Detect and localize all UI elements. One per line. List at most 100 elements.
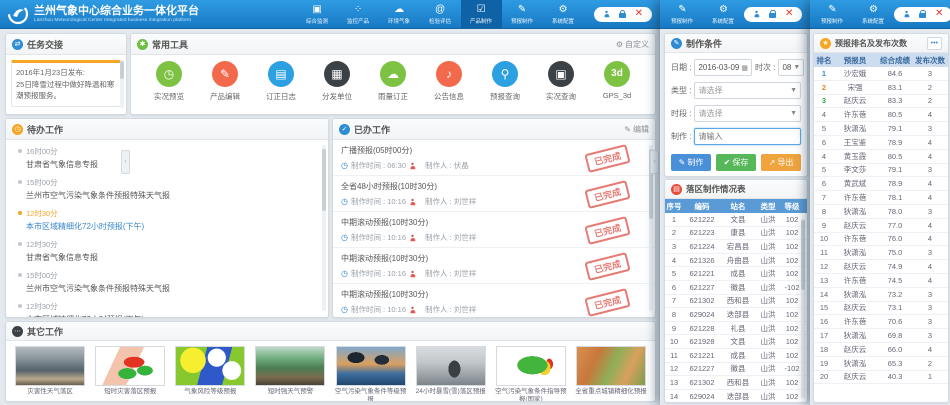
todo-item[interactable]: 12时30分甘肃省气象信息专报: [18, 239, 318, 263]
edit-button[interactable]: ✎ 编辑: [624, 124, 649, 135]
nav-item-forecast-make[interactable]: ✎预报制作: [502, 0, 543, 28]
todo-item[interactable]: 12时30分本市区域精细化72小时预报(下午): [18, 208, 318, 232]
tool-公告信息[interactable]: ♪公告信息: [426, 61, 472, 102]
table-row[interactable]: 14629024迭部县山洪102: [665, 390, 807, 403]
table-row[interactable]: 12621227徽县山洪-102: [665, 363, 807, 377]
close-icon[interactable]: ✕: [635, 9, 643, 19]
table-row[interactable]: 5狄潇泓79.13: [814, 122, 948, 136]
work-thumbnail[interactable]: 灾害性天气落区: [12, 346, 88, 402]
done-item[interactable]: 中期滚动预报(10时30分)◷制作时间 : 10:16制作人 : 刘世祥已完成: [333, 248, 655, 284]
todo-item[interactable]: 12时30分本市区域精细化72小时预报(下午): [18, 301, 318, 318]
date-input[interactable]: 2016-03-09 ▦: [694, 59, 752, 76]
tool-实况预览[interactable]: ◷实况预览: [146, 61, 192, 102]
done-item[interactable]: 全省48小时预报(10时30分)◷制作时间 : 10:16制作人 : 刘世祥已完…: [333, 176, 655, 212]
table-row[interactable]: 18赵庆云66.04: [814, 343, 948, 357]
table-row[interactable]: 1621222文县山洪102: [665, 213, 807, 227]
make-input[interactable]: [694, 128, 801, 145]
nav-item-products[interactable]: ⁘监控产品: [338, 0, 379, 28]
table-row[interactable]: 14狄潇泓73.23: [814, 288, 948, 302]
todo-item[interactable]: 16时00分甘肃省气象信息专报: [18, 146, 318, 170]
nav-item-settings[interactable]: ⚙系统配置: [703, 0, 744, 28]
table-row[interactable]: 11621221成县山洪102: [665, 349, 807, 363]
tool-GPS_3d[interactable]: 3dGPS_3d: [594, 61, 640, 100]
close-icon[interactable]: ✕: [785, 9, 793, 19]
work-thumbnail[interactable]: 空气污染气象条件等级预报: [333, 346, 409, 402]
tool-产品编辑[interactable]: ✎产品编辑: [202, 61, 248, 102]
table-row[interactable]: 11狄潇泓75.03: [814, 246, 948, 260]
nav-item-forecast-make[interactable]: ✎预报制作: [812, 0, 853, 28]
todo-item[interactable]: 15时00分兰州市空气污染气象条件预报特殊天气报: [18, 177, 318, 201]
more-menu-button[interactable]: •••: [927, 37, 942, 50]
user-icon[interactable]: [904, 11, 910, 17]
button-制作[interactable]: ✎制作: [671, 154, 711, 171]
nav-item-verify[interactable]: @检验评估: [420, 0, 461, 28]
button-保存[interactable]: ✔保存: [716, 154, 756, 171]
table-row[interactable]: 5李文莎79.13: [814, 164, 948, 178]
table-row[interactable]: 6621227徽县山洪-102: [665, 281, 807, 295]
tool-实况查询[interactable]: ▣实况查询: [538, 61, 584, 102]
table-row[interactable]: 5621221成县山洪102: [665, 267, 807, 281]
close-icon[interactable]: ✕: [935, 9, 943, 19]
nav-item-env[interactable]: ☁环境气象: [379, 0, 420, 28]
work-thumbnail[interactable]: 全省重点城镇精细化预报: [573, 346, 649, 402]
table-row[interactable]: 17狄潇泓69.83: [814, 329, 948, 343]
work-thumbnail[interactable]: 24小时暴雪(雪)落区预报: [413, 346, 489, 402]
table-row[interactable]: 4许东蓓80.54: [814, 108, 948, 122]
table-row[interactable]: 6黄武斌78.94: [814, 177, 948, 191]
scrollbar-thumb[interactable]: [801, 220, 805, 290]
tool-预报查询[interactable]: ⚲预报查询: [482, 61, 528, 102]
table-row[interactable]: 4黄玉霞80.54: [814, 150, 948, 164]
table-row[interactable]: 15赵庆云73.13: [814, 302, 948, 316]
table-row[interactable]: 10621928文县山洪102: [665, 335, 807, 349]
table-row[interactable]: 9赵庆云77.04: [814, 219, 948, 233]
type-select[interactable]: 请选择 ▼: [694, 82, 801, 99]
nav-item-settings[interactable]: ⚙系统配置: [543, 0, 584, 28]
lock-icon[interactable]: [619, 13, 626, 18]
table-row[interactable]: 7许东蓓78.14: [814, 191, 948, 205]
nav-item-monitor[interactable]: ▣综合监测: [297, 0, 338, 28]
hour-select[interactable]: 08 ▼: [778, 59, 804, 76]
nav-item-settings[interactable]: ⚙系统配置: [853, 0, 894, 28]
table-row[interactable]: 3赵庆云83.32: [814, 95, 948, 109]
todo-item[interactable]: 15时00分兰州市空气污染气象条件预报特殊天气报: [18, 270, 318, 294]
handover-notice[interactable]: 2016年1月23日发布: 25日降雪过程中做好降温和寒潮预报服务。: [11, 60, 121, 107]
tool-订正日志[interactable]: ▤订正日志: [258, 61, 304, 102]
work-thumbnail[interactable]: 短时灾害落区预报: [92, 346, 168, 402]
table-row[interactable]: 9621228礼县山洪102: [665, 322, 807, 336]
work-thumbnail[interactable]: 空气污染气象条件指导预报(国家): [493, 346, 569, 402]
user-icon[interactable]: [754, 11, 760, 17]
table-row[interactable]: 20赵庆云40.31: [814, 371, 948, 385]
lock-icon[interactable]: [919, 13, 926, 18]
done-item[interactable]: 广播预报(05时00分)◷制作时间 : 06:30制作人 : 伏晶已完成: [333, 140, 655, 176]
table-row[interactable]: 2宋强83.12: [814, 81, 948, 95]
table-row[interactable]: 19狄潇泓65.32: [814, 357, 948, 371]
table-row[interactable]: 6王宝鉴78.94: [814, 136, 948, 150]
nav-item-product-make[interactable]: ☑产品制作: [461, 0, 502, 28]
table-row[interactable]: 13621302西和县山洪102: [665, 376, 807, 390]
collapse-left-handle[interactable]: ‹: [121, 150, 130, 174]
table-row[interactable]: 2621223康县山洪102: [665, 227, 807, 241]
scrollbar-thumb[interactable]: [120, 61, 124, 79]
customize-button[interactable]: ⚙ 自定义: [616, 39, 649, 50]
table-row[interactable]: 4621326舟曲县山洪102: [665, 254, 807, 268]
period-select[interactable]: 请选择 ▼: [694, 105, 801, 122]
scrollbar-thumb[interactable]: [322, 149, 326, 211]
work-thumbnail[interactable]: 气象风险等级预报: [172, 346, 248, 402]
user-icon[interactable]: [603, 11, 609, 17]
button-导出[interactable]: ↗导出: [761, 154, 801, 171]
table-row[interactable]: 1沙宏娥84.63: [814, 67, 948, 81]
table-row[interactable]: 8狄潇泓78.03: [814, 205, 948, 219]
done-item[interactable]: 中期滚动预报(10时30分)◷制作时间 : 10:16制作人 : 刘世祥已完成: [333, 212, 655, 248]
done-item[interactable]: 中期滚动预报(10时30分)◷制作时间 : 10:16制作人 : 刘世祥已完成: [333, 284, 655, 318]
table-row[interactable]: 8629024迭部县山洪102: [665, 308, 807, 322]
tool-分发单位[interactable]: ▦分发单位: [314, 61, 360, 102]
collapse-right-handle[interactable]: ›: [650, 150, 659, 174]
tool-雨量订正[interactable]: ☁雨量订正: [370, 61, 416, 102]
table-row[interactable]: 10许东蓓76.04: [814, 233, 948, 247]
table-row[interactable]: 3621224宕昌县山洪102: [665, 240, 807, 254]
table-row[interactable]: 13许东蓓74.54: [814, 274, 948, 288]
table-row[interactable]: 12赵庆云74.94: [814, 260, 948, 274]
work-thumbnail[interactable]: 短时强天气预警: [252, 346, 328, 402]
table-row[interactable]: 7621302西和县山洪102: [665, 295, 807, 309]
table-row[interactable]: 16许东蓓70.63: [814, 315, 948, 329]
